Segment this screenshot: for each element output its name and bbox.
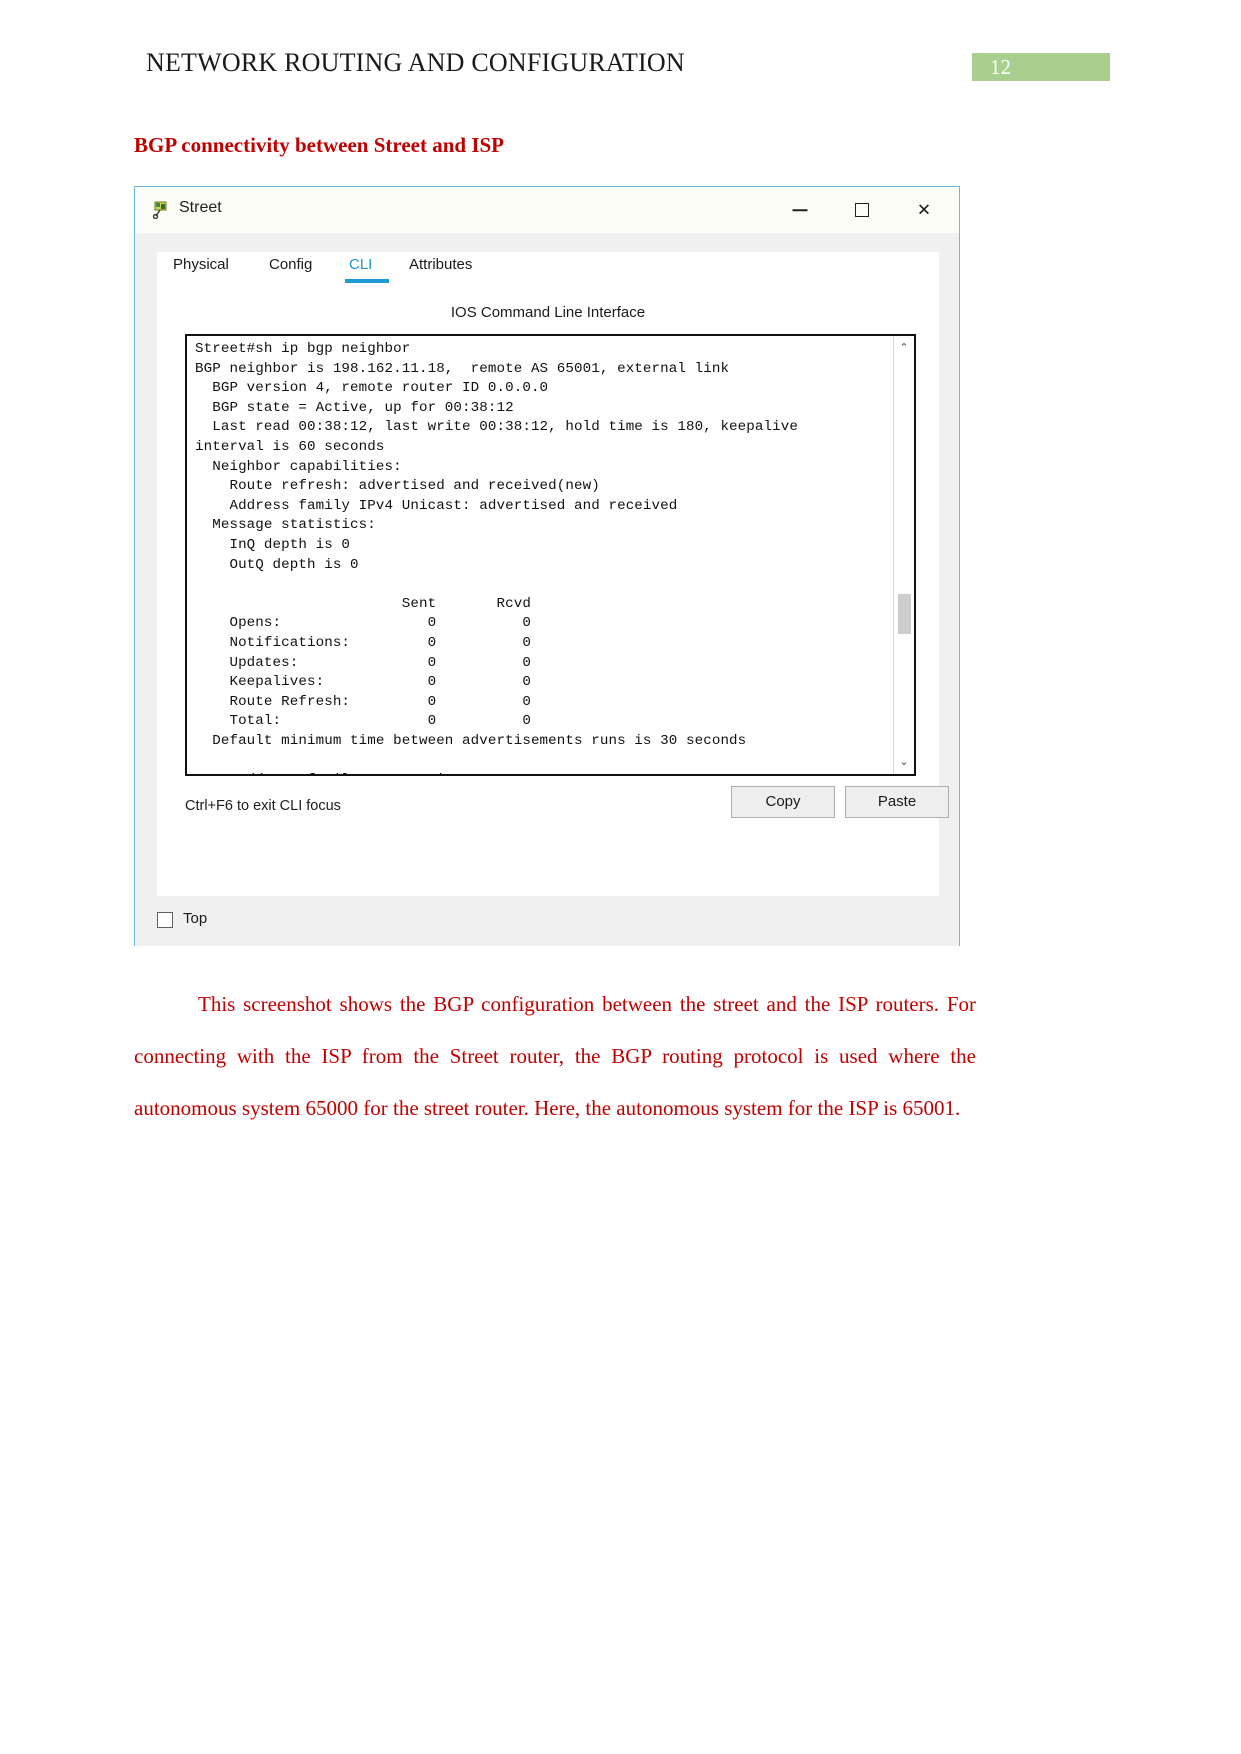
section-heading: BGP connectivity between Street and ISP [134,133,505,157]
window-minimize-button[interactable] [769,187,831,233]
window-maximize-button[interactable] [831,187,893,233]
router-device-icon [151,199,171,220]
scroll-down-icon[interactable]: ⌄ [894,752,914,772]
tab-config[interactable]: Config [269,256,312,273]
minimize-icon [792,209,808,211]
cli-panel-caption: IOS Command Line Interface [450,304,646,321]
close-icon: ✕ [916,200,932,220]
top-checkbox[interactable] [157,912,173,928]
window-title: Street [179,199,222,216]
tabstrip: Physical Config CLI Attributes [157,252,939,284]
top-checkbox-label: Top [183,910,208,927]
document-header-title: NETWORK ROUTING AND CONFIGURATION [146,48,685,77]
cli-panel: IOS Command Line Interface Street#sh ip … [157,284,949,896]
window-titlebar: Street ✕ [135,187,959,234]
figure-caption: This screenshot shows the BGP configurat… [134,992,976,1120]
window-close-button[interactable]: ✕ [893,187,955,233]
copy-button[interactable]: Copy [731,786,835,818]
app-window-screenshot: Street ✕ Physical Config CLI Attributes … [134,186,960,946]
cli-terminal-output: Street#sh ip bgp neighbor BGP neighbor i… [195,341,798,774]
maximize-icon [855,203,869,217]
tab-cli[interactable]: CLI [349,256,372,273]
cli-terminal-scrollbar[interactable]: ⌃ ⌄ [893,336,914,774]
cli-focus-hint: Ctrl+F6 to exit CLI focus [185,798,341,814]
tab-physical[interactable]: Physical [173,256,229,273]
page-number-badge: 12 [972,53,1110,81]
tab-attributes[interactable]: Attributes [409,256,472,273]
cli-terminal[interactable]: Street#sh ip bgp neighbor BGP neighbor i… [185,334,916,776]
scroll-up-icon[interactable]: ⌃ [894,338,914,358]
page-number: 12 [990,55,1011,79]
window-body: Physical Config CLI Attributes IOS Comma… [135,234,959,946]
tab-cli-active-indicator [345,279,389,283]
paste-button[interactable]: Paste [845,786,949,818]
scrollbar-thumb[interactable] [898,594,911,634]
